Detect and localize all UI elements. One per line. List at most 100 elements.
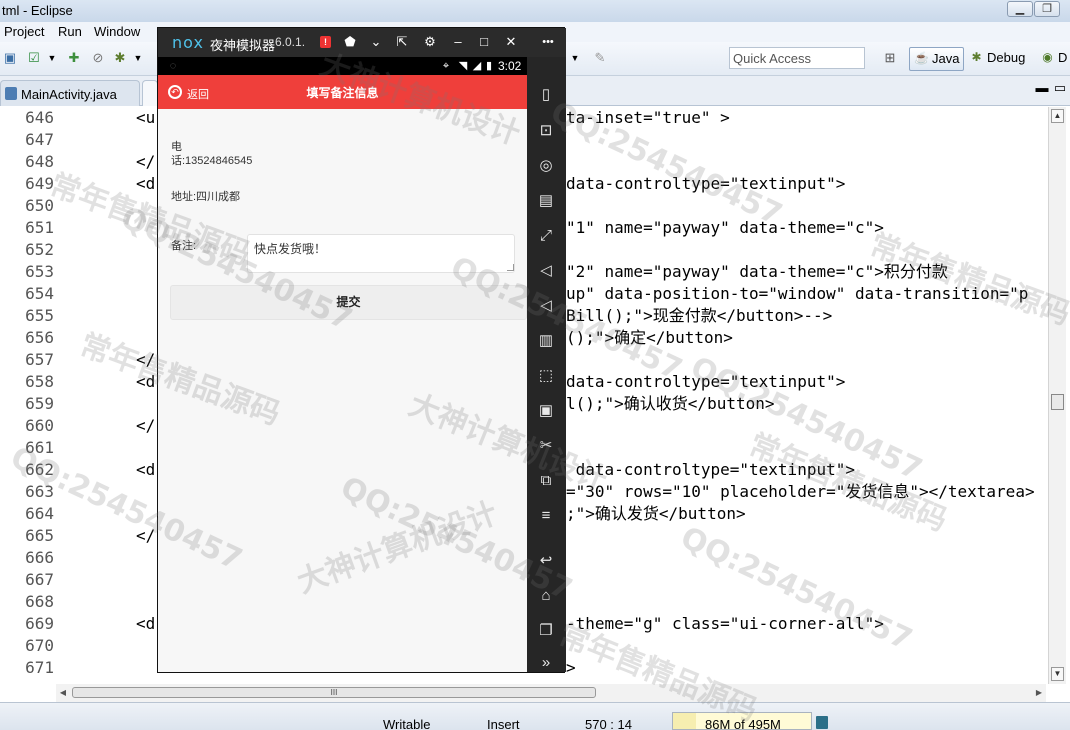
window-title: tml - Eclipse <box>2 3 73 18</box>
app-header: ↶ 返回 填写备注信息 <box>158 75 527 109</box>
eclipse-title-bar: tml - Eclipse ▁ ❐ <box>0 0 1070 22</box>
recent-apps-icon[interactable]: ❐ <box>536 621 556 641</box>
debug-icon[interactable]: ✱ <box>112 50 128 66</box>
dropdown-icon[interactable]: ▼ <box>567 50 583 66</box>
location-icon[interactable]: ◎ <box>536 156 556 176</box>
perspective-debug[interactable]: ✱ Debug <box>965 47 1029 71</box>
line-number: 647 <box>25 130 54 149</box>
android-notification-icon: ◌ <box>169 60 177 72</box>
minimize-icon[interactable]: – <box>450 34 466 50</box>
line-number: 652 <box>25 240 54 259</box>
line-number: 648 <box>25 152 54 171</box>
phone-label: 电话:13524846545 <box>171 141 253 167</box>
minimize-view-icon[interactable]: ▬ <box>1034 80 1050 96</box>
menu-icon[interactable]: ≡ <box>536 506 556 526</box>
minimize-button[interactable]: ▁ <box>1007 1 1033 17</box>
android-status-bar: ◌ ⌖ ◥ ◢ ▮ 3:02 <box>158 57 527 75</box>
multi-instance-icon[interactable]: ⧉ <box>536 471 556 491</box>
vertical-scrollbar[interactable]: ▲ ▼ <box>1048 107 1066 684</box>
tab-html-file[interactable] <box>142 80 158 106</box>
scroll-thumb[interactable] <box>1051 394 1064 410</box>
status-writable: Writable <box>383 717 431 730</box>
line-number: 671 <box>25 658 54 677</box>
new-class-icon[interactable]: ✚ <box>66 50 82 66</box>
line-number: 650 <box>25 196 54 215</box>
dropdown-icon[interactable]: ▼ <box>44 50 60 66</box>
volume-down-icon[interactable]: ◁ <box>536 296 556 316</box>
code-text-right: ;">确认发货</button> <box>566 504 746 523</box>
install-apk-icon[interactable]: ▥ <box>536 331 556 351</box>
scroll-right-arrow[interactable]: ▶ <box>1032 686 1046 699</box>
java-file-icon <box>5 87 17 100</box>
line-number: 662 <box>25 460 54 479</box>
nox-logo: nox <box>172 33 204 52</box>
code-text: <d <box>136 460 156 479</box>
line-number: 664 <box>25 504 54 523</box>
perspective-java[interactable]: ☕ Java <box>909 47 965 71</box>
back-icon[interactable]: ↩ <box>536 551 556 571</box>
perspective-ddms-label: D <box>1058 50 1068 65</box>
maximize-view-icon[interactable]: ▭ <box>1052 80 1068 96</box>
maximize-icon[interactable]: □ <box>476 34 492 50</box>
fullscreen-icon[interactable]: ⤢ <box>536 226 556 246</box>
close-icon[interactable]: ✕ <box>503 34 519 50</box>
tab-mainactivity[interactable]: MainActivity.java <box>0 80 140 106</box>
gear-icon[interactable]: ⚙ <box>422 34 438 50</box>
code-text-right: ();">确定</button> <box>566 328 733 347</box>
apk-icon[interactable]: ▣ <box>536 401 556 421</box>
scroll-left-arrow[interactable]: ◀ <box>56 686 70 699</box>
scroll-up-arrow[interactable]: ▲ <box>1051 109 1064 123</box>
line-number: 654 <box>25 284 54 303</box>
dropdown-icon[interactable]: ▼ <box>130 50 146 66</box>
code-text-right: up" data-position-to="window" data-trans… <box>566 284 1029 303</box>
status-bar: Writable Insert 570 : 14 <box>0 702 1070 730</box>
textarea-resize-handle[interactable] <box>507 264 514 271</box>
shirt-icon[interactable]: ⬟ <box>342 34 358 50</box>
emulator-title-bar: nox 夜神模拟器 6.0.1. ! ⬟ ⌄ ⇱ ⚙ – □ ✕ ••• <box>158 28 566 57</box>
home-icon[interactable]: ⌂ <box>536 586 556 606</box>
line-number: 651 <box>25 218 54 237</box>
check-icon[interactable]: ☑ <box>26 50 42 66</box>
menu-run[interactable]: Run <box>58 24 82 39</box>
horizontal-scroll-thumb[interactable]: III <box>72 687 596 698</box>
skip-breakpoints-icon[interactable]: ⊘ <box>90 50 106 66</box>
open-perspective-icon[interactable]: ⊞ <box>882 50 898 66</box>
code-text-right: "1" name="payway" data-theme="c"> <box>566 218 884 237</box>
code-text-right: data-controltype="textinput"> <box>566 372 846 391</box>
code-text-right: ta-inset="true" > <box>566 108 730 127</box>
restore-button[interactable]: ❐ <box>1034 1 1060 17</box>
keyboard-icon[interactable]: ▤ <box>536 191 556 211</box>
horizontal-scrollbar[interactable]: ◀ III ▶ <box>56 684 1046 702</box>
menu-window[interactable]: Window <box>94 24 140 39</box>
save-icon[interactable]: ▣ <box>2 50 18 66</box>
wifi-icon: ◥ <box>458 60 468 72</box>
perspective-java-label: Java <box>932 51 960 66</box>
expand-icon[interactable]: » <box>536 653 556 673</box>
page-title: 填写备注信息 <box>306 86 379 100</box>
garbage-collect-icon[interactable] <box>816 716 828 729</box>
line-number: 653 <box>25 262 54 281</box>
robot-icon[interactable]: ⊡ <box>536 121 556 141</box>
submit-button[interactable]: 提交 <box>170 285 527 320</box>
quick-access-input[interactable]: Quick Access <box>729 47 865 69</box>
remark-textarea[interactable]: 快点发货哦！ <box>247 234 515 273</box>
scissors-icon[interactable]: ✂ <box>536 436 556 456</box>
perspective-ddms[interactable]: ◉ D <box>1036 47 1070 71</box>
scroll-down-arrow[interactable]: ▼ <box>1051 667 1064 681</box>
code-text: <d <box>136 614 156 633</box>
pin-icon[interactable]: ⇱ <box>394 34 410 50</box>
menu-project[interactable]: Project <box>4 24 44 39</box>
code-text: </ <box>136 350 156 369</box>
shake-icon[interactable]: ▯ <box>536 85 556 105</box>
volume-up-icon[interactable]: ◁ <box>536 261 556 281</box>
heap-status[interactable]: 86M of 495M <box>672 712 812 730</box>
pin-icon[interactable]: ✎ <box>592 50 608 66</box>
screen-capture-icon[interactable]: ⬚ <box>536 366 556 386</box>
more-icon[interactable]: ••• <box>536 34 560 50</box>
line-number: 661 <box>25 438 54 457</box>
alert-icon[interactable]: ! <box>320 36 331 48</box>
code-text: </ <box>136 416 156 435</box>
code-text: <d <box>136 372 156 391</box>
chevron-down-icon[interactable]: ⌄ <box>368 34 384 50</box>
remark-label: 备注: <box>171 240 197 252</box>
